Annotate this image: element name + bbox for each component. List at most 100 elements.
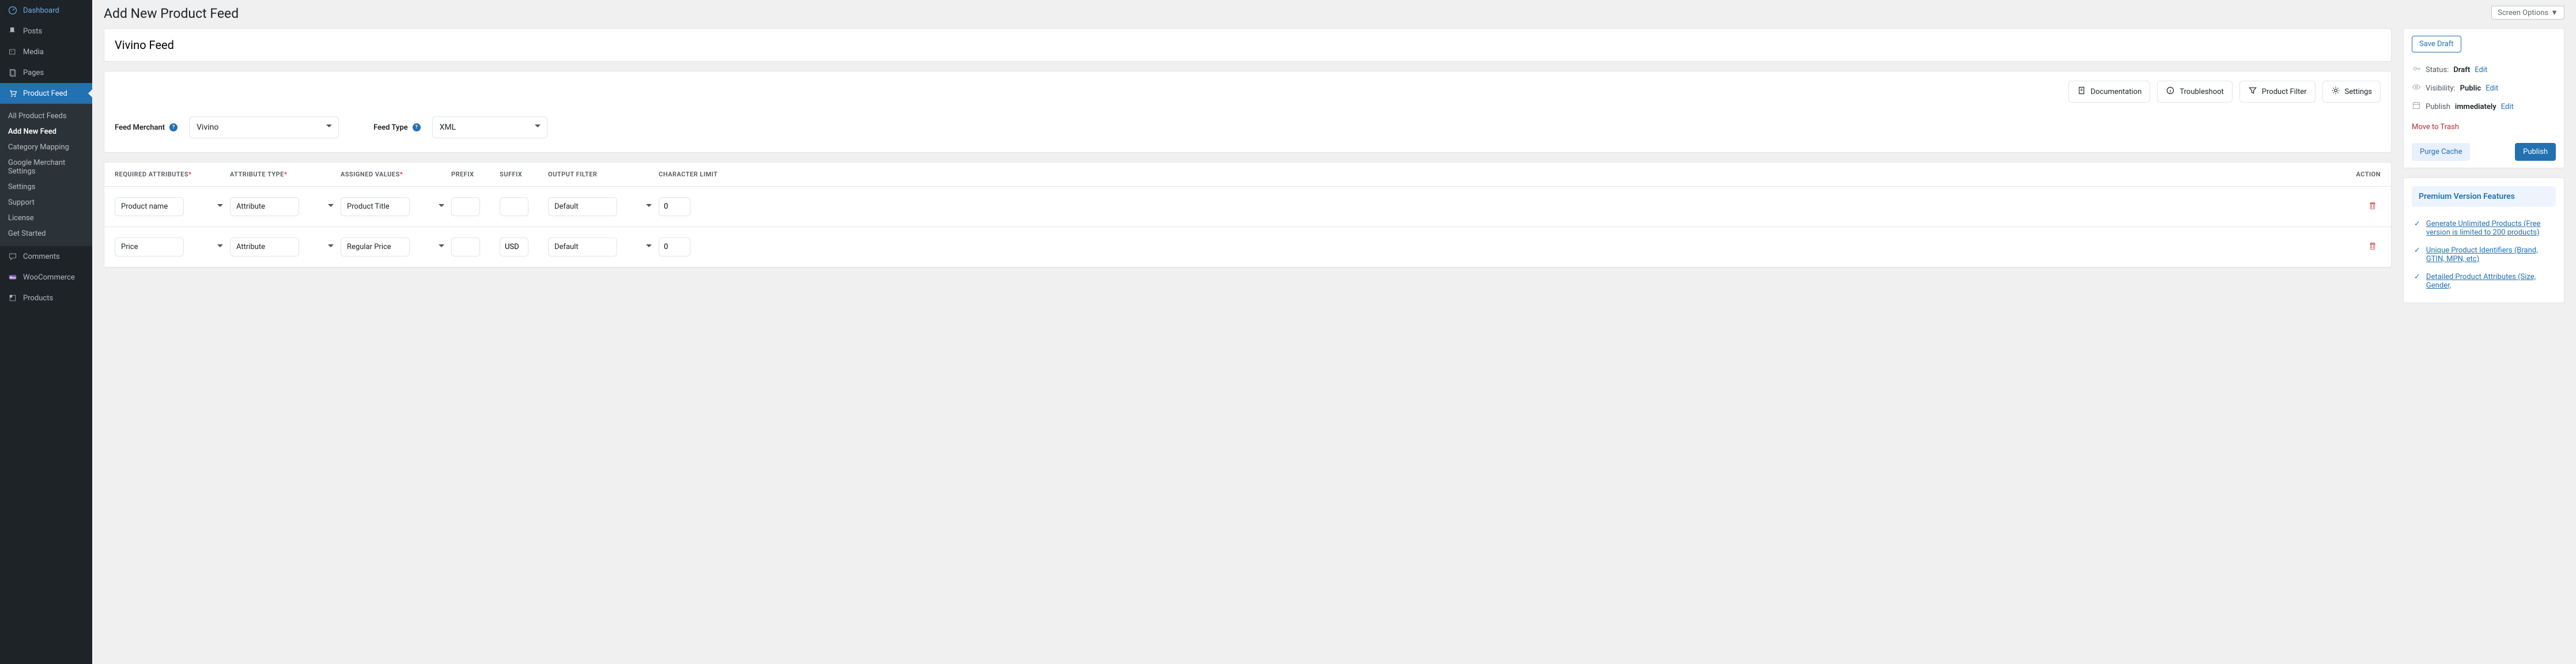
submenu-settings[interactable]: Settings: [0, 179, 92, 195]
admin-sidebar: Dashboard Posts Media Pages Product Feed…: [0, 0, 92, 664]
calendar-icon: [2412, 101, 2421, 112]
media-icon: [7, 46, 18, 58]
submenu-all-feeds[interactable]: All Product Feeds: [0, 108, 92, 124]
char-limit-input[interactable]: [659, 197, 690, 216]
output-filter-select[interactable]: Default: [548, 237, 659, 256]
sidebar-item-posts[interactable]: Posts: [0, 21, 92, 42]
title-card: [104, 28, 2392, 62]
troubleshoot-button[interactable]: Troubleshoot: [2157, 81, 2232, 103]
screen-options-toggle[interactable]: Screen Options ▼: [2491, 6, 2564, 20]
assigned-value-select[interactable]: Regular Price: [341, 237, 451, 256]
feed-title-input[interactable]: [104, 29, 2391, 61]
help-icon[interactable]: ?: [413, 123, 421, 131]
screen-options-label: Screen Options: [2498, 9, 2548, 17]
status-row: Status: Draft Edit: [2412, 61, 2556, 79]
check-icon: ✓: [2414, 273, 2420, 290]
premium-title: Premium Version Features: [2412, 186, 2556, 207]
char-limit-input[interactable]: [659, 237, 690, 256]
documentation-button[interactable]: Documentation: [2068, 81, 2151, 103]
feed-merchant-select[interactable]: Vivino: [189, 116, 339, 138]
submenu-add-new[interactable]: Add New Feed: [0, 124, 92, 139]
table-row: Price Attribute Regular Price Default: [104, 227, 2391, 267]
sidebar-item-product-feed[interactable]: Product Feed: [0, 83, 92, 104]
col-header-filter: OUTPUT FILTER: [548, 171, 659, 178]
edit-visibility-link[interactable]: Edit: [2486, 84, 2498, 93]
sidebar-item-dashboard[interactable]: Dashboard: [0, 0, 92, 21]
feed-config-card: Documentation Troubleshoot Product Filte…: [104, 71, 2392, 153]
save-draft-button[interactable]: Save Draft: [2412, 36, 2461, 52]
premium-box: Premium Version Features ✓ Generate Unli…: [2403, 178, 2564, 303]
table-header-row: REQUIRED ATTRIBUTES ATTRIBUTE TYPE ASSIG…: [104, 163, 2391, 187]
required-attr-select[interactable]: Product name: [115, 197, 230, 216]
sidebar-label: Dashboard: [23, 6, 59, 15]
attr-type-select[interactable]: Attribute: [230, 197, 341, 216]
feed-type-label: Feed Type ?: [373, 123, 421, 132]
submenu-support[interactable]: Support: [0, 195, 92, 210]
submenu-license[interactable]: License: [0, 210, 92, 226]
attr-type-select[interactable]: Attribute: [230, 237, 341, 256]
edit-status-link[interactable]: Edit: [2475, 66, 2487, 74]
products-icon: [7, 292, 18, 304]
attribute-table: REQUIRED ATTRIBUTES ATTRIBUTE TYPE ASSIG…: [104, 162, 2392, 268]
comments-icon: [7, 251, 18, 262]
delete-row-button[interactable]: [2365, 201, 2381, 216]
sidebar-label: Products: [23, 294, 53, 303]
sidebar-item-comments[interactable]: Comments: [0, 246, 92, 267]
sidebar-item-products[interactable]: Products: [0, 288, 92, 308]
delete-row-button[interactable]: [2365, 241, 2381, 256]
sidebar-label: Product Feed: [23, 89, 67, 98]
button-label: Settings: [2345, 88, 2372, 96]
submenu-get-started[interactable]: Get Started: [0, 226, 92, 242]
sidebar-meta: Save Draft Status: Draft Edit Visibility…: [2403, 28, 2564, 312]
assigned-value-select[interactable]: Product Title: [341, 197, 451, 216]
col-header-prefix: PREFIX: [451, 171, 500, 178]
visibility-row: Visibility: Public Edit: [2412, 79, 2556, 97]
feed-type-select[interactable]: XML: [432, 116, 547, 138]
key-icon: [2412, 64, 2421, 76]
settings-button[interactable]: Settings: [2322, 81, 2381, 103]
sidebar-label: Posts: [23, 27, 42, 36]
suffix-input[interactable]: [500, 197, 528, 216]
sidebar-label: Comments: [23, 252, 60, 261]
purge-cache-button[interactable]: Purge Cache: [2412, 143, 2470, 161]
sidebar-item-pages[interactable]: Pages: [0, 62, 92, 83]
cart-icon: [7, 88, 18, 99]
gear-icon: [2331, 86, 2340, 97]
submenu-google-merchant[interactable]: Google Merchant Settings: [0, 155, 92, 179]
schedule-row: Publish immediately Edit: [2412, 97, 2556, 116]
button-label: Troubleshoot: [2180, 88, 2223, 96]
product-filter-button[interactable]: Product Filter: [2239, 81, 2316, 103]
help-icon[interactable]: ?: [169, 123, 177, 131]
col-header-limit: CHARACTER LIMIT: [659, 171, 739, 178]
page-title: Add New Product Feed: [104, 6, 239, 21]
col-header-assigned: ASSIGNED VALUES: [341, 171, 451, 178]
woocommerce-icon: Woo: [7, 271, 18, 283]
pin-icon: [7, 25, 18, 37]
col-header-suffix: SUFFIX: [500, 171, 548, 178]
info-icon: [2166, 86, 2175, 97]
premium-feature-item: ✓ Generate Unlimited Products (Free vers…: [2412, 215, 2556, 242]
prefix-input[interactable]: [451, 197, 480, 216]
feed-merchant-label: Feed Merchant ?: [115, 123, 177, 132]
premium-link[interactable]: Unique Product Identifiers (Brand, GTIN,…: [2426, 246, 2554, 263]
premium-feature-item: ✓ Unique Product Identifiers (Brand, GTI…: [2412, 242, 2556, 268]
prefix-input[interactable]: [451, 237, 480, 256]
col-header-type: ATTRIBUTE TYPE: [230, 171, 341, 178]
submenu-product-feed: All Product Feeds Add New Feed Category …: [0, 104, 92, 246]
suffix-input[interactable]: [500, 237, 528, 256]
sidebar-item-media[interactable]: Media: [0, 42, 92, 62]
sidebar-item-woocommerce[interactable]: Woo WooCommerce: [0, 267, 92, 288]
col-header-action: ACTION: [739, 171, 2381, 178]
output-filter-select[interactable]: Default: [548, 197, 659, 216]
submenu-category-mapping[interactable]: Category Mapping: [0, 139, 92, 155]
premium-link[interactable]: Generate Unlimited Products (Free versio…: [2426, 220, 2554, 237]
main-content: Add New Product Feed Screen Options ▼ Do…: [92, 0, 2576, 664]
move-to-trash-link[interactable]: Move to Trash: [2412, 123, 2459, 131]
chevron-down-icon: ▼: [2551, 8, 2558, 17]
required-attr-select[interactable]: Price: [115, 237, 230, 256]
check-icon: ✓: [2414, 246, 2420, 263]
publish-button[interactable]: Publish: [2515, 143, 2556, 161]
premium-link[interactable]: Detailed Product Attributes (Size, Gende…: [2426, 273, 2554, 290]
edit-schedule-link[interactable]: Edit: [2501, 103, 2514, 111]
filter-icon: [2248, 86, 2257, 97]
